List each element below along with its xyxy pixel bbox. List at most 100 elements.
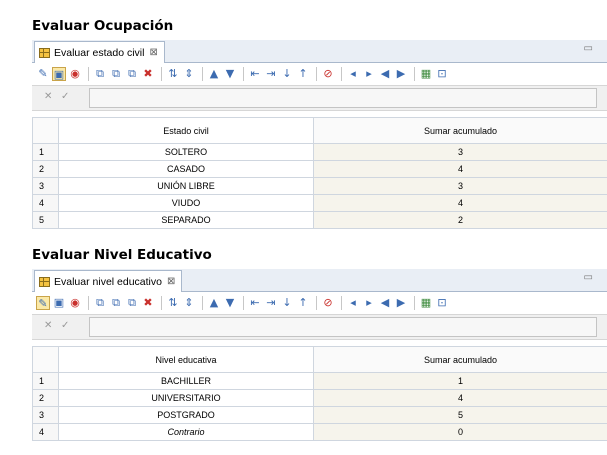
insert-cols-icon[interactable]: ⧉ [109, 296, 123, 310]
row-number[interactable]: 2 [32, 389, 59, 407]
table-cell[interactable]: UNIVERSITARIO [58, 389, 314, 407]
table-row: 3 UNIÓN LIBRE 3 [32, 177, 607, 195]
sort-desc-icon[interactable]: ↑ [296, 296, 310, 310]
grid-icon[interactable]: ▦ [419, 67, 433, 81]
minimize-icon[interactable]: ▭ [584, 272, 601, 283]
reorder-icon[interactable]: ⇕ [182, 296, 196, 310]
insert-cols-icon[interactable]: ⧉ [109, 67, 123, 81]
row-number[interactable]: 5 [32, 211, 59, 229]
last-icon[interactable]: ▸ [362, 67, 376, 81]
reorder-icon[interactable]: ⇕ [182, 67, 196, 81]
table-cell[interactable]: 4 [313, 389, 607, 407]
table-cell[interactable]: 2 [313, 211, 607, 229]
zoom-icon[interactable]: ⊡ [435, 67, 449, 81]
color-icon[interactable]: ◉ [68, 67, 82, 81]
next-icon[interactable]: ▶ [394, 296, 408, 310]
table-cell[interactable]: 0 [313, 423, 607, 441]
corner-cell[interactable] [32, 117, 59, 144]
row-number[interactable]: 1 [32, 372, 59, 390]
move-down-icon[interactable]: ▼ [223, 67, 237, 81]
tab-evaluar-estado-civil[interactable]: Evaluar estado civil ⊠ [34, 41, 165, 63]
minimize-icon[interactable]: ▭ [584, 43, 601, 54]
close-icon[interactable]: ⊠ [149, 47, 157, 58]
insert-rows-icon[interactable]: ⧉ [93, 67, 107, 81]
table-cell[interactable]: BACHILLER [58, 372, 314, 390]
delete-icon[interactable]: ✖ [141, 296, 155, 310]
table-cell[interactable]: Contrario [58, 423, 314, 441]
column-header[interactable]: Estado civil [58, 117, 314, 144]
prev-icon[interactable]: ◀ [378, 296, 392, 310]
sort-icon[interactable]: ⇅ [166, 296, 180, 310]
prev-icon[interactable]: ◀ [378, 67, 392, 81]
move-up-icon[interactable]: ▲ [207, 67, 221, 81]
import-icon[interactable]: ⇤ [248, 296, 262, 310]
row-number[interactable]: 4 [32, 423, 59, 441]
last-icon[interactable]: ▸ [362, 296, 376, 310]
row-number[interactable]: 2 [32, 160, 59, 178]
zoom-icon[interactable]: ⊡ [435, 296, 449, 310]
row-number[interactable]: 3 [32, 406, 59, 424]
column-header[interactable]: Sumar acumulado [313, 346, 607, 373]
table-cell[interactable]: 4 [313, 160, 607, 178]
row-number[interactable]: 3 [32, 177, 59, 195]
toolbar-separator [202, 296, 203, 310]
table-cell[interactable]: VIUDO [58, 194, 314, 212]
copy-icon[interactable]: ▣ [52, 296, 66, 310]
delete-icon[interactable]: ✖ [141, 67, 155, 81]
insert-rows-icon[interactable]: ⧉ [93, 296, 107, 310]
row-number[interactable]: 1 [32, 143, 59, 161]
first-icon[interactable]: ◂ [346, 67, 360, 81]
table-cell[interactable]: 4 [313, 194, 607, 212]
table-cell[interactable]: 3 [313, 143, 607, 161]
export-icon[interactable]: ⇥ [264, 296, 278, 310]
formula-input[interactable] [89, 317, 597, 337]
formula-input[interactable] [89, 88, 597, 108]
clear-icon[interactable]: ⊘ [321, 67, 335, 81]
insert-cell-icon[interactable]: ⧉ [125, 296, 139, 310]
next-icon[interactable]: ▶ [394, 67, 408, 81]
table-cell[interactable]: SEPARADO [58, 211, 314, 229]
cancel-icon[interactable]: ✕ [44, 91, 52, 102]
first-icon[interactable]: ◂ [346, 296, 360, 310]
close-icon[interactable]: ⊠ [167, 276, 175, 287]
table-cell[interactable]: 3 [313, 177, 607, 195]
column-header[interactable]: Sumar acumulado [313, 117, 607, 144]
move-up-icon[interactable]: ▲ [207, 296, 221, 310]
clear-icon[interactable]: ⊘ [321, 296, 335, 310]
formula-bar: ✕ ✓ [32, 314, 607, 340]
color-icon[interactable]: ◉ [68, 296, 82, 310]
insert-cell-icon[interactable]: ⧉ [125, 67, 139, 81]
sort-asc-icon[interactable]: ↓ [280, 67, 294, 81]
grid-icon[interactable]: ▦ [419, 296, 433, 310]
copy-icon[interactable]: ▣ [52, 67, 66, 81]
edit-icon[interactable]: ✎ [36, 296, 50, 310]
row-number[interactable]: 4 [32, 194, 59, 212]
tab-bar: Evaluar estado civil ⊠ ▭ [32, 40, 607, 63]
move-down-icon[interactable]: ▼ [223, 296, 237, 310]
table-cell[interactable]: POSTGRADO [58, 406, 314, 424]
sort-icon[interactable]: ⇅ [166, 67, 180, 81]
import-icon[interactable]: ⇤ [248, 67, 262, 81]
toolbar-separator [316, 296, 317, 310]
tab-label: Evaluar nivel educativo [54, 275, 162, 288]
tab-evaluar-nivel-educativo[interactable]: Evaluar nivel educativo ⊠ [34, 270, 183, 292]
edit-icon[interactable]: ✎ [36, 67, 50, 81]
table-cell[interactable]: 5 [313, 406, 607, 424]
table-cell[interactable]: 1 [313, 372, 607, 390]
sort-desc-icon[interactable]: ↑ [296, 67, 310, 81]
table-row: 2 UNIVERSITARIO 4 [32, 389, 607, 407]
table-row: 2 CASADO 4 [32, 160, 607, 178]
table-cell[interactable]: SOLTERO [58, 143, 314, 161]
toolbar-separator [316, 67, 317, 81]
column-header[interactable]: Nivel educativa [58, 346, 314, 373]
accept-icon[interactable]: ✓ [61, 91, 69, 102]
sort-asc-icon[interactable]: ↓ [280, 296, 294, 310]
table-cell[interactable]: UNIÓN LIBRE [58, 177, 314, 195]
accept-icon[interactable]: ✓ [61, 320, 69, 331]
table-cell[interactable]: CASADO [58, 160, 314, 178]
corner-cell[interactable] [32, 346, 59, 373]
cancel-icon[interactable]: ✕ [44, 320, 52, 331]
table-row: 4 Contrario 0 [32, 423, 607, 441]
export-icon[interactable]: ⇥ [264, 67, 278, 81]
table-row: 1 BACHILLER 1 [32, 372, 607, 390]
